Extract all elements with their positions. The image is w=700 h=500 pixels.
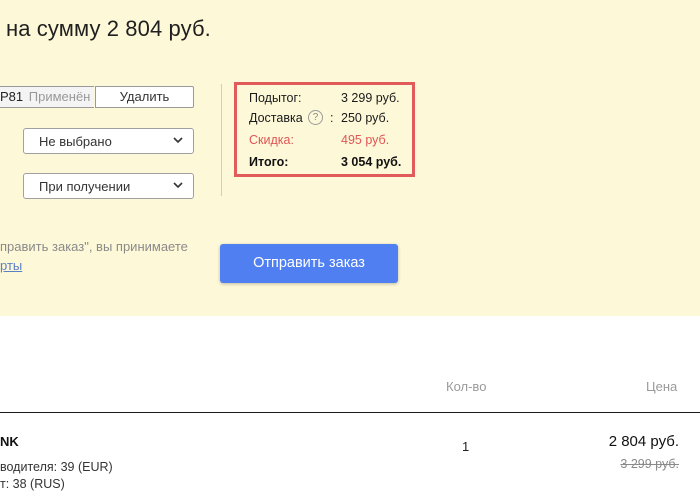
payment-select[interactable]: При получении — [23, 173, 194, 199]
promo-code-value: P81 — [0, 89, 24, 104]
delivery-select-value: Не выбрано — [39, 134, 112, 149]
terms-text: править заказ", вы принимаете — [0, 239, 188, 254]
subtotal-label: Подытог: — [249, 91, 302, 105]
subtotal-value: 3 299 руб. — [341, 91, 400, 105]
promo-code-row: P81 Применён Удалить — [0, 86, 195, 110]
product-name[interactable]: NK — [0, 434, 19, 449]
discount-value: 495 руб. — [341, 133, 390, 147]
total-label: Итого: — [249, 155, 289, 169]
terms-link[interactable]: рты — [0, 258, 22, 273]
delivery-select[interactable]: Не выбрано — [23, 128, 194, 154]
product-price: 2 804 руб. — [608, 433, 679, 450]
shipping-colon: : — [330, 111, 334, 125]
product-attribute: т: 38 (RUS) — [0, 477, 65, 491]
shipping-label: Доставка — [249, 111, 303, 125]
product-attribute: водителя: 39 (EUR) — [0, 460, 113, 474]
promo-code-status: Применён — [28, 89, 91, 104]
column-header-qty: Кол-во — [446, 379, 487, 394]
product-old-price: 3 299 руб. — [620, 457, 679, 471]
chevron-down-icon — [173, 137, 183, 144]
remove-promo-button[interactable]: Удалить — [95, 86, 194, 108]
column-header-price: Цена — [646, 379, 678, 394]
checkout-panel: на сумму 2 804 руб. P81 Применён Удалить… — [0, 0, 700, 316]
promo-code-field[interactable]: P81 Применён — [0, 86, 94, 108]
table-divider — [0, 412, 700, 413]
discount-label: Скидка: — [249, 133, 294, 147]
payment-select-value: При получении — [39, 179, 131, 194]
order-summary: Подытог: 3 299 руб. Доставка ? : 250 руб… — [234, 82, 415, 177]
product-quantity: 1 — [462, 439, 470, 454]
submit-order-button[interactable]: Отправить заказ — [220, 244, 398, 283]
chevron-down-icon — [173, 182, 183, 189]
order-heading: на сумму 2 804 руб. — [6, 16, 211, 41]
shipping-value: 250 руб. — [341, 111, 390, 125]
total-value: 3 054 руб. — [341, 155, 402, 169]
help-icon[interactable]: ? — [308, 110, 323, 125]
checkout-page: на сумму 2 804 руб. P81 Применён Удалить… — [0, 0, 700, 500]
divider — [221, 84, 222, 196]
terms-notice: править заказ", вы принимаете рты — [0, 237, 188, 275]
